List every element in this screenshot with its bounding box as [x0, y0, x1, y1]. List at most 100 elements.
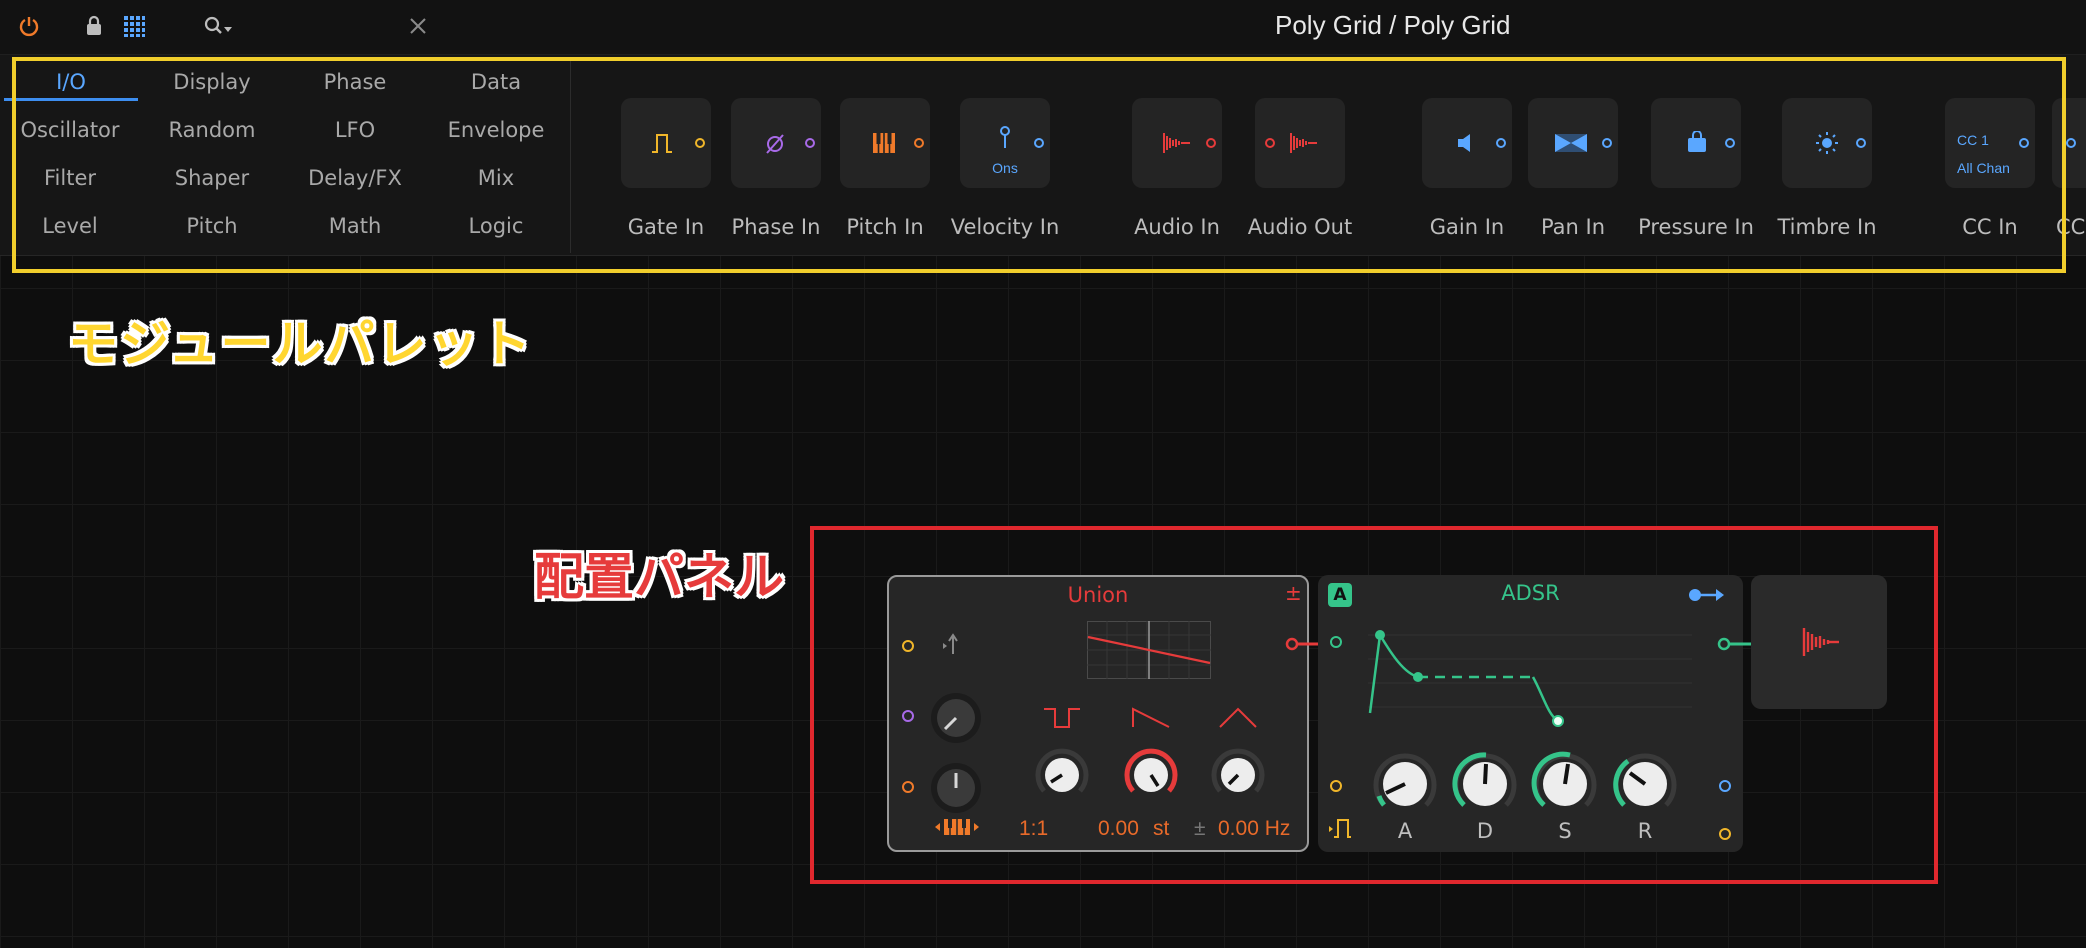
module-label: Phase In [731, 215, 821, 239]
transfer-graph [1087, 621, 1211, 679]
union-module[interactable]: Union ± 1:1 0.00 st ± 0.00 Hz [887, 575, 1309, 852]
velocity-output-port[interactable] [1719, 780, 1731, 792]
ratio-value[interactable]: 1:1 [1019, 817, 1048, 841]
output-port[interactable] [1602, 138, 1612, 148]
output-arrow-icon[interactable] [1688, 585, 1726, 605]
output-port[interactable] [805, 138, 815, 148]
category-pitch[interactable]: Pitch [147, 214, 277, 238]
module-gain-in[interactable] [1422, 98, 1512, 188]
active-category-underline [4, 98, 138, 101]
module-label: CC In [1962, 215, 2018, 239]
pitch-knob[interactable] [927, 759, 985, 817]
lock-icon[interactable] [82, 14, 106, 38]
pitch-input-port[interactable] [902, 781, 914, 793]
attack-knob[interactable] [1370, 749, 1440, 819]
velocity-mode: Ons [992, 160, 1018, 176]
module-pressure-in[interactable] [1651, 98, 1741, 188]
module-phase-in[interactable] [731, 98, 821, 188]
output-port[interactable] [1725, 138, 1735, 148]
audio-icon [1290, 133, 1317, 153]
end-output-port[interactable] [1719, 828, 1731, 840]
decay-knob[interactable] [1450, 749, 1520, 819]
module-audio-in[interactable] [1132, 98, 1222, 188]
input-port[interactable] [1265, 138, 1275, 148]
semitone-knob[interactable] [1121, 745, 1181, 805]
pressure-icon [1688, 131, 1706, 152]
module-timbre-in[interactable] [1782, 98, 1872, 188]
saw-wave-icon[interactable] [1132, 707, 1170, 729]
module-velocity-in[interactable]: Ons [960, 98, 1050, 188]
search-filter-icon[interactable] [202, 14, 236, 38]
category-oscillator[interactable]: Oscillator [5, 118, 135, 142]
cc-channel: All Chan [1957, 160, 2010, 176]
close-icon[interactable] [406, 14, 430, 38]
category-envelope[interactable]: Envelope [431, 118, 561, 142]
category-mix[interactable]: Mix [431, 166, 561, 190]
adsr-title: ADSR [1501, 581, 1560, 605]
palette-divider [570, 61, 571, 253]
module-label: Audio Out [1247, 215, 1353, 239]
output-port[interactable] [1496, 138, 1506, 148]
semitone-value[interactable]: 0.00 [1098, 817, 1139, 841]
polarity-toggle[interactable]: ± [1285, 581, 1302, 605]
triangle-wave-icon[interactable] [1219, 707, 1257, 729]
union-title: Union [1067, 583, 1129, 607]
category-level[interactable]: Level [5, 214, 135, 238]
hz-value[interactable]: 0.00 Hz [1218, 817, 1290, 841]
module-pitch-in[interactable] [840, 98, 930, 188]
grid-icon[interactable] [122, 14, 146, 38]
adsr-input-port[interactable] [1330, 636, 1342, 648]
phase-knob[interactable] [927, 689, 985, 747]
audio-out-module[interactable] [1751, 575, 1887, 709]
offset-knob[interactable] [1208, 745, 1268, 805]
output-port[interactable] [2019, 138, 2029, 148]
output-port[interactable] [1034, 138, 1044, 148]
module-label: Pitch In [846, 215, 924, 239]
gate-input-port[interactable] [902, 640, 914, 652]
pulse-wave-icon[interactable] [1043, 707, 1081, 729]
offset-sign: ± [1194, 817, 1206, 840]
window-title: Poly Grid / Poly Grid [1275, 10, 1511, 40]
category-display[interactable]: Display [147, 70, 277, 94]
sustain-knob[interactable] [1530, 749, 1600, 819]
gate-icon [652, 134, 672, 153]
panel-caption: 配置パネル [534, 548, 784, 606]
category-random[interactable]: Random [147, 118, 277, 142]
decay-label: D [1476, 819, 1494, 843]
sun-icon [1816, 132, 1838, 154]
category-io[interactable]: I/O [4, 70, 138, 94]
module-audio-out[interactable] [1255, 98, 1345, 188]
output-port[interactable] [1856, 138, 1866, 148]
envelope-graph[interactable] [1368, 615, 1692, 727]
category-logic[interactable]: Logic [431, 214, 561, 238]
speaker-icon [1458, 134, 1470, 152]
module-cc-in[interactable]: CC 1 All Chan [1945, 98, 2035, 188]
category-math[interactable]: Math [290, 214, 420, 238]
category-phase[interactable]: Phase [290, 70, 420, 94]
power-icon[interactable] [16, 14, 42, 38]
semitone-unit: st [1153, 817, 1170, 840]
category-data[interactable]: Data [431, 70, 561, 94]
category-shaper[interactable]: Shaper [147, 166, 277, 190]
cc-number: CC 1 [1957, 132, 1989, 148]
output-port[interactable] [2066, 138, 2076, 148]
category-lfo[interactable]: LFO [290, 118, 420, 142]
top-bar: Poly Grid / Poly Grid [0, 0, 2086, 55]
module-cc[interactable] [2052, 98, 2086, 188]
module-pan-in[interactable] [1528, 98, 1618, 188]
audio-icon [1163, 133, 1190, 153]
keytrack-icon[interactable] [933, 817, 981, 837]
phase-input-port[interactable] [902, 710, 914, 722]
output-port[interactable] [1206, 138, 1216, 148]
release-knob[interactable] [1610, 749, 1680, 819]
module-gate-in[interactable] [621, 98, 711, 188]
adsr-module[interactable]: A ADSR A D S R [1318, 575, 1743, 852]
gate-input-port[interactable] [1330, 780, 1342, 792]
output-port[interactable] [695, 138, 705, 148]
category-delay-fx[interactable]: Delay/FX [290, 166, 420, 190]
module-label: Velocity In [950, 215, 1060, 239]
category-filter[interactable]: Filter [5, 166, 135, 190]
output-port[interactable] [914, 138, 924, 148]
module-label: Gate In [627, 215, 705, 239]
ratio-knob[interactable] [1032, 745, 1092, 805]
